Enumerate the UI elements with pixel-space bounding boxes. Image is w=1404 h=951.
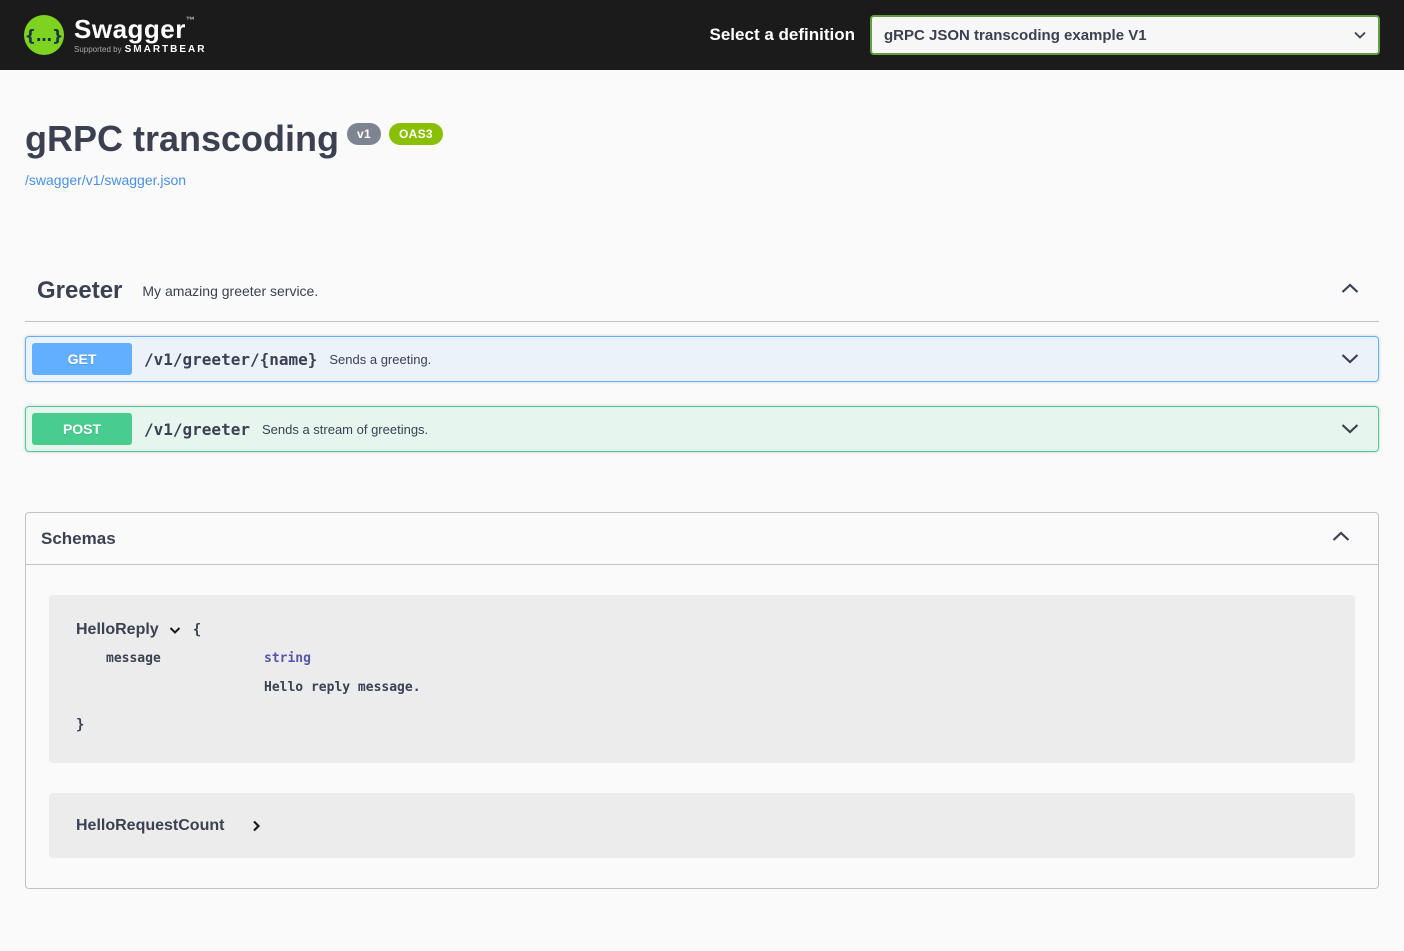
model-hello-reply: HelloReply { message string Hello reply … (49, 595, 1355, 763)
operation-summary: Sends a stream of greetings. (262, 422, 428, 437)
http-method-badge: POST (32, 413, 132, 445)
schemas-section: Schemas HelloReply { (25, 512, 1379, 889)
property-type: string (264, 651, 1328, 666)
model-hello-request-count[interactable]: HelloRequestCount (49, 793, 1355, 858)
tag-section-greeter[interactable]: Greeter My amazing greeter service. (25, 260, 1379, 322)
chevron-up-icon (1338, 277, 1362, 301)
tag-title: Greeter (37, 277, 122, 305)
close-brace: } (76, 717, 1328, 733)
definition-select-wrapper: gRPC JSON transcoding example V1 (870, 15, 1380, 55)
schemas-header[interactable]: Schemas (26, 513, 1378, 565)
operation-path: /v1/greeter/{name} (144, 350, 317, 369)
schemas-title: Schemas (41, 529, 116, 549)
model-title: HelloRequestCount (76, 817, 224, 835)
collapse-model-button[interactable] (167, 622, 183, 638)
opblock-summary[interactable]: GET /v1/greeter/{name} Sends a greeting. (26, 337, 1378, 381)
chevron-down-icon (1338, 346, 1362, 370)
smartbear-wordmark: SMARTBEAR (125, 44, 207, 55)
trademark-symbol: ™ (186, 15, 196, 25)
swagger-logo-icon: {…} (24, 15, 64, 55)
version-badge: v1 (347, 123, 381, 145)
topbar: {…} Swagger™ Supported bySMARTBEAR Selec… (0, 0, 1404, 70)
expand-operation-button[interactable] (1338, 416, 1362, 443)
model-properties: message string Hello reply message. (76, 651, 1328, 695)
opblock-summary[interactable]: POST /v1/greeter Sends a stream of greet… (26, 407, 1378, 451)
definition-select[interactable]: gRPC JSON transcoding example V1 (870, 15, 1380, 55)
logo-wordmark: Swagger™ (74, 16, 206, 42)
opblock-get-greeter: GET /v1/greeter/{name} Sends a greeting. (25, 336, 1379, 382)
property-name: message (76, 651, 264, 666)
logo-subtitle: Supported bySMARTBEAR (74, 45, 206, 55)
http-method-badge: GET (32, 343, 132, 375)
chevron-down-icon (167, 622, 183, 638)
opblock-post-greeter: POST /v1/greeter Sends a stream of greet… (25, 406, 1379, 452)
expand-model-button[interactable] (248, 818, 264, 834)
chevron-right-icon (248, 818, 264, 834)
main-content: gRPC transcodingv1OAS3 /swagger/v1/swagg… (0, 70, 1404, 889)
definition-selector-area: Select a definition gRPC JSON transcodin… (710, 15, 1380, 55)
logo-text: Swagger™ Supported bySMARTBEAR (74, 16, 206, 55)
chevron-down-icon (1338, 416, 1362, 440)
api-info-section: gRPC transcodingv1OAS3 /swagger/v1/swagg… (25, 70, 1379, 190)
schemas-body: HelloReply { message string Hello reply … (26, 565, 1378, 888)
oas3-badge: OAS3 (389, 123, 443, 145)
chevron-up-icon (1329, 525, 1353, 549)
expand-operation-button[interactable] (1338, 346, 1362, 373)
model-title-row: HelloReply { (76, 621, 1328, 639)
collapse-tag-button[interactable] (1333, 277, 1367, 304)
collapse-schemas-button[interactable] (1324, 525, 1358, 552)
spec-json-link[interactable]: /swagger/v1/swagger.json (25, 172, 186, 188)
tag-description: My amazing greeter service. (142, 283, 318, 299)
property-description: Hello reply message. (264, 680, 1328, 695)
model-title: HelloReply (76, 621, 159, 639)
select-definition-label: Select a definition (710, 25, 855, 45)
operation-path: /v1/greeter (144, 420, 250, 439)
svg-text:{…}: {…} (25, 26, 64, 45)
operation-summary: Sends a greeting. (329, 352, 431, 367)
swagger-logo[interactable]: {…} Swagger™ Supported bySMARTBEAR (24, 15, 206, 55)
page-title: gRPC transcodingv1OAS3 (25, 118, 1379, 160)
open-brace: { (193, 622, 201, 638)
